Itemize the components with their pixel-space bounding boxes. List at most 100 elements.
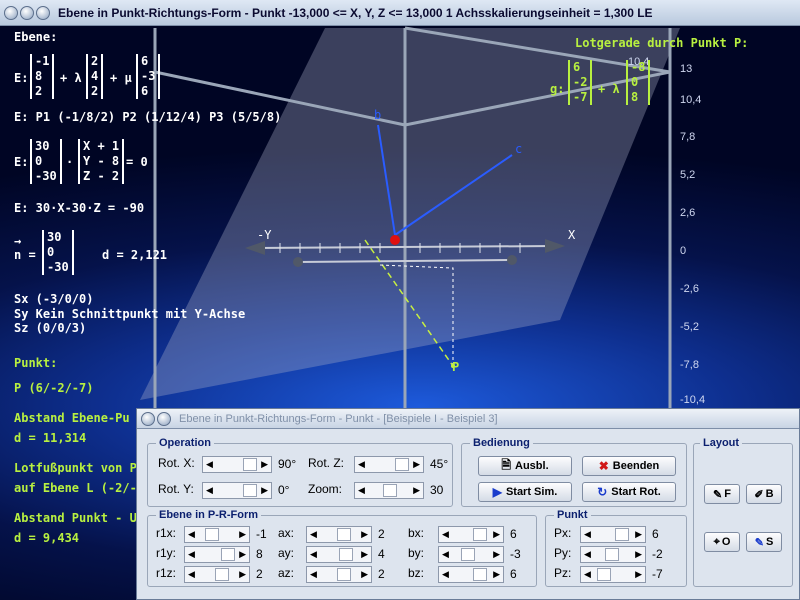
spinner-thumb[interactable]	[605, 548, 619, 561]
spinner-thumb[interactable]	[243, 484, 257, 497]
arrow-left-icon[interactable]: ◀	[185, 529, 198, 540]
arrow-left-icon[interactable]: ◀	[439, 549, 452, 560]
bx-label: bx:	[408, 526, 425, 540]
minimize-window-icon[interactable]	[157, 411, 171, 426]
spinner-thumb[interactable]	[337, 528, 351, 541]
arrow-right-icon[interactable]: ▶	[632, 549, 645, 560]
minimize-window-icon[interactable]	[20, 5, 34, 20]
arrow-right-icon[interactable]: ▶	[632, 569, 645, 580]
r1z-spinner[interactable]: ◀ ▶	[184, 566, 250, 583]
arrow-left-icon[interactable]: ◀	[203, 485, 216, 496]
rot-y-spinner[interactable]: ◀ ▶	[202, 482, 272, 499]
ebene-prform-title: Ebene in P-R-Form	[156, 509, 262, 521]
start-sim-button[interactable]: ▶ Start Sim.	[478, 482, 572, 502]
layout-o-button[interactable]: ⌖ O	[704, 532, 740, 552]
rot-x-spinner[interactable]: ◀ ▶	[202, 456, 272, 473]
scale-label: -2,6	[680, 283, 699, 295]
spinner-thumb[interactable]	[383, 484, 397, 497]
arrow-left-icon[interactable]: ◀	[581, 529, 594, 540]
arrow-left-icon[interactable]: ◀	[581, 549, 594, 560]
rot-z-spinner[interactable]: ◀ ▶	[354, 456, 424, 473]
close-window-icon[interactable]	[4, 5, 18, 20]
main-titlebar[interactable]: Ebene in Punkt-Richtungs-Form - Punkt -1…	[0, 0, 800, 26]
spinner-thumb[interactable]	[221, 548, 235, 561]
close-icon: ✖	[598, 459, 609, 473]
arrow-right-icon[interactable]: ▶	[490, 569, 503, 580]
scale-label: 5,2	[680, 169, 696, 181]
close-window-icon[interactable]	[141, 411, 155, 426]
arrow-right-icon[interactable]: ▶	[490, 529, 503, 540]
arrow-left-icon[interactable]: ◀	[307, 569, 320, 580]
arrow-left-icon[interactable]: ◀	[307, 529, 320, 540]
ax-spinner[interactable]: ◀ ▶	[306, 526, 372, 543]
by-spinner[interactable]: ◀ ▶	[438, 546, 504, 563]
spinner-thumb[interactable]	[337, 568, 351, 581]
arrow-right-icon[interactable]: ▶	[258, 459, 271, 470]
layout-f-button[interactable]: ✎ F	[704, 484, 740, 504]
bx-value: 6	[510, 527, 517, 541]
arrow-left-icon[interactable]: ◀	[203, 459, 216, 470]
ausblenden-button[interactable]: 🗎 Ausbl.	[478, 456, 572, 476]
rot-y-label: Rot. Y:	[158, 482, 194, 496]
bx-spinner[interactable]: ◀ ▶	[438, 526, 504, 543]
layout-s-button[interactable]: ✎ S	[746, 532, 782, 552]
arrow-left-icon[interactable]: ◀	[185, 569, 198, 580]
layout-b-label: B	[765, 488, 774, 500]
r1x-spinner[interactable]: ◀ ▶	[184, 526, 250, 543]
spinner-thumb[interactable]	[395, 458, 409, 471]
az-spinner[interactable]: ◀ ▶	[306, 566, 372, 583]
arrow-right-icon[interactable]: ▶	[410, 459, 423, 470]
spinner-thumb[interactable]	[215, 568, 229, 581]
arrow-right-icon[interactable]: ▶	[358, 529, 371, 540]
arrow-right-icon[interactable]: ▶	[236, 529, 249, 540]
zoom-spinner[interactable]: ◀ ▶	[354, 482, 424, 499]
ay-label: ay:	[278, 546, 295, 560]
bedienung-group: Bedienung 🗎 Ausbl. ✖ Beenden ▶ Start Sim. ↻…	[461, 437, 687, 507]
arrow-left-icon[interactable]: ◀	[355, 459, 368, 470]
abstand-ebene-label: Abstand Ebene-Pu	[14, 411, 130, 425]
arrow-right-icon[interactable]: ▶	[358, 569, 371, 580]
px-spinner[interactable]: ◀ ▶	[580, 526, 646, 543]
spinner-thumb[interactable]	[243, 458, 257, 471]
start-rot-button[interactable]: ↻ Start Rot.	[582, 482, 676, 502]
arrow-left-icon[interactable]: ◀	[439, 529, 452, 540]
spinner-thumb[interactable]	[615, 528, 629, 541]
bz-spinner[interactable]: ◀ ▶	[438, 566, 504, 583]
spinner-thumb[interactable]	[473, 568, 487, 581]
arrow-right-icon[interactable]: ▶	[258, 485, 271, 496]
bedienung-title: Bedienung	[470, 437, 533, 449]
py-spinner[interactable]: ◀ ▶	[580, 546, 646, 563]
layout-o-label: O	[721, 536, 731, 548]
scale-label: -10,4	[680, 394, 706, 406]
pz-spinner[interactable]: ◀ ▶	[580, 566, 646, 583]
arrow-left-icon[interactable]: ◀	[185, 549, 198, 560]
arrow-right-icon[interactable]: ▶	[410, 485, 423, 496]
r1y-spinner[interactable]: ◀ ▶	[184, 546, 250, 563]
arrow-left-icon[interactable]: ◀	[307, 549, 320, 560]
spinner-thumb[interactable]	[461, 548, 475, 561]
spinner-thumb[interactable]	[339, 548, 353, 561]
spinner-thumb[interactable]	[473, 528, 487, 541]
arrow-left-icon[interactable]: ◀	[355, 485, 368, 496]
spinner-thumb[interactable]	[597, 568, 611, 581]
arrow-right-icon[interactable]: ▶	[236, 569, 249, 580]
spinner-thumb[interactable]	[205, 528, 219, 541]
support-point	[390, 235, 400, 245]
maximize-window-icon[interactable]	[36, 5, 50, 20]
beenden-button[interactable]: ✖ Beenden	[582, 456, 676, 476]
arrow-right-icon[interactable]: ▶	[632, 529, 645, 540]
control-titlebar[interactable]: Ebene in Punkt-Richtungs-Form - Punkt - …	[137, 409, 799, 429]
control-window-controls	[141, 411, 171, 426]
arrow-right-icon[interactable]: ▶	[236, 549, 249, 560]
r1z-label: r1z:	[156, 566, 177, 580]
az-label: az:	[278, 566, 295, 580]
tool-icon: ✎	[713, 488, 723, 501]
scale-label: -7,8	[680, 359, 699, 371]
arrow-right-icon[interactable]: ▶	[490, 549, 503, 560]
arrow-left-icon[interactable]: ◀	[439, 569, 452, 580]
ay-spinner[interactable]: ◀ ▶	[306, 546, 372, 563]
py-value: -2	[652, 547, 663, 561]
arrow-left-icon[interactable]: ◀	[581, 569, 594, 580]
layout-b-button[interactable]: ✐ B	[746, 484, 782, 504]
arrow-right-icon[interactable]: ▶	[358, 549, 371, 560]
